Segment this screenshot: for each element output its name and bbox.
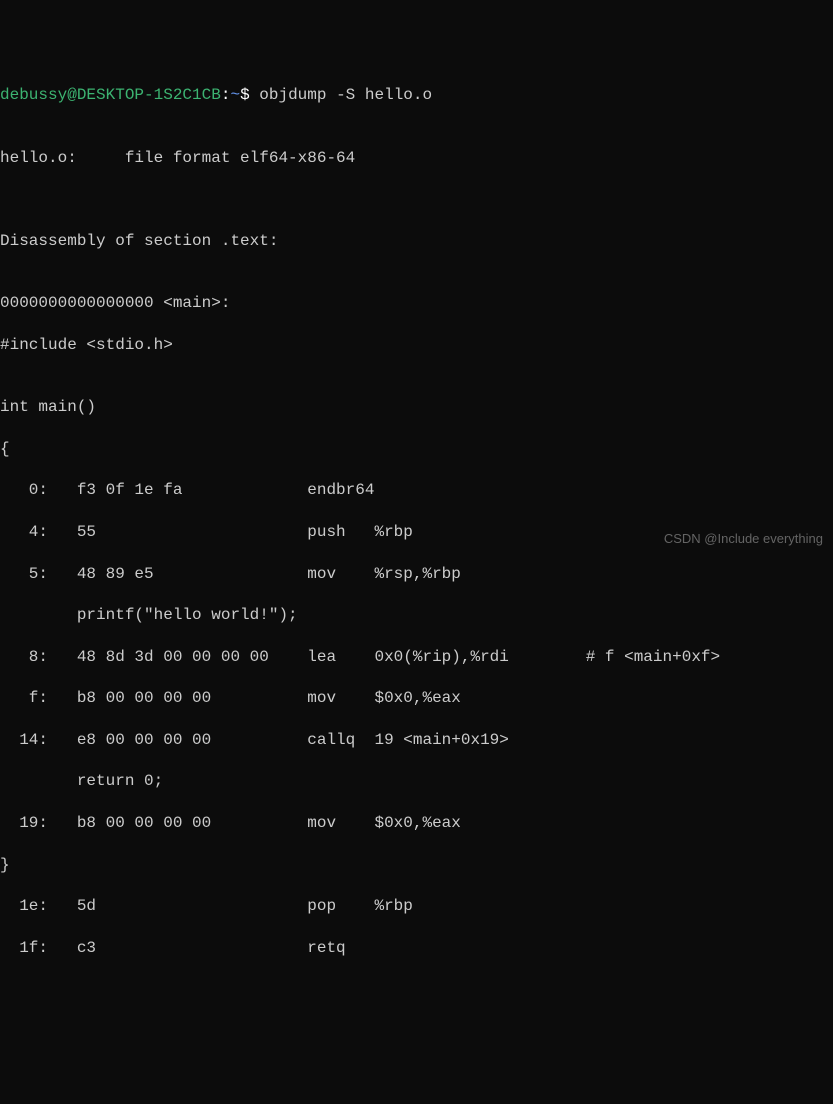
prompt-path: ~ bbox=[230, 86, 240, 104]
output-instruction-8: 8: 48 8d 3d 00 00 00 00 lea 0x0(%rip),%r… bbox=[0, 647, 833, 668]
output-instruction-1f: 1f: c3 retq bbox=[0, 938, 833, 959]
output-source-return: return 0; bbox=[0, 771, 833, 792]
output-brace-open: { bbox=[0, 439, 833, 460]
output-symbol: 0000000000000000 <main>: bbox=[0, 293, 833, 314]
output-file-header: hello.o: file format elf64-x86-64 bbox=[0, 148, 833, 169]
output-instruction-19: 19: b8 00 00 00 00 mov $0x0,%eax bbox=[0, 813, 833, 834]
output-include: #include <stdio.h> bbox=[0, 335, 833, 356]
prompt-dollar: $ bbox=[240, 86, 259, 104]
output-instruction-5: 5: 48 89 e5 mov %rsp,%rbp bbox=[0, 564, 833, 585]
output-instruction-0: 0: f3 0f 1e fa endbr64 bbox=[0, 480, 833, 501]
prompt-user-host: debussy@DESKTOP-1S2C1CB bbox=[0, 86, 221, 104]
output-disasm-section: Disassembly of section .text: bbox=[0, 231, 833, 252]
prompt-command: objdump -S hello.o bbox=[259, 86, 432, 104]
prompt-separator: : bbox=[221, 86, 231, 104]
output-source-printf: printf("hello world!"); bbox=[0, 605, 833, 626]
output-brace-close: } bbox=[0, 855, 833, 876]
output-instruction-f: f: b8 00 00 00 00 mov $0x0,%eax bbox=[0, 688, 833, 709]
output-main-decl: int main() bbox=[0, 397, 833, 418]
output-instruction-1e: 1e: 5d pop %rbp bbox=[0, 896, 833, 917]
watermark-text: CSDN @Include everything bbox=[664, 531, 823, 548]
output-instruction-14: 14: e8 00 00 00 00 callq 19 <main+0x19> bbox=[0, 730, 833, 751]
prompt-line[interactable]: debussy@DESKTOP-1S2C1CB:~$ objdump -S he… bbox=[0, 85, 833, 106]
